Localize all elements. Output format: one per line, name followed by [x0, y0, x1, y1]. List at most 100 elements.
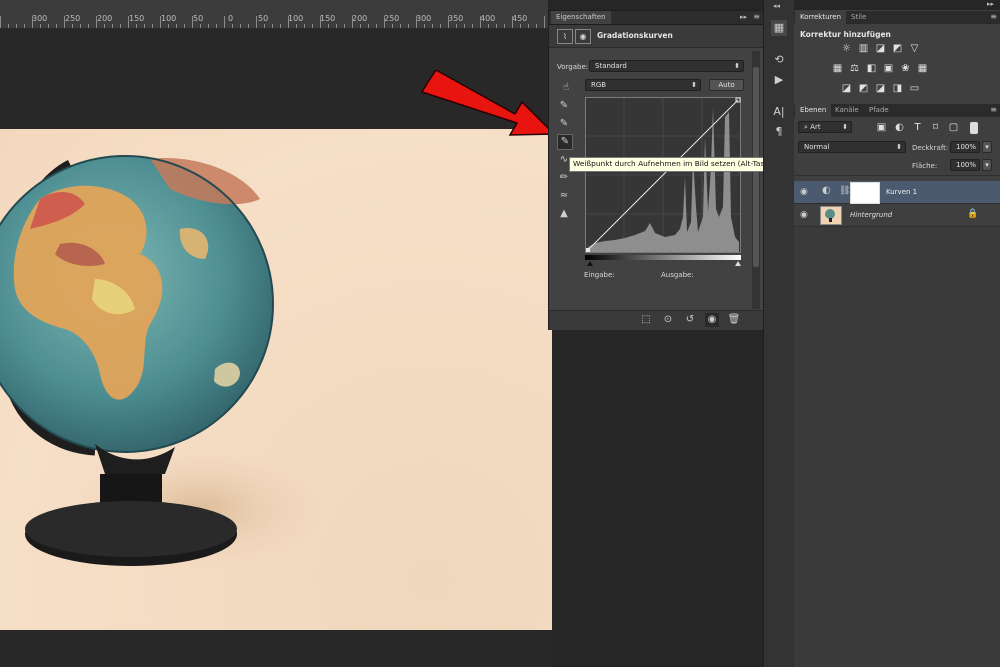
color-balance-icon[interactable]: ⚖ — [849, 64, 860, 74]
curves-adjustment-icon[interactable]: ⌇ — [557, 29, 573, 44]
panel-dock-header: ▸▸ — [794, 0, 1000, 10]
delete-icon[interactable]: 🗑 — [727, 313, 741, 327]
opacity-field[interactable]: 100% — [950, 141, 980, 153]
color-lookup-icon[interactable]: ▦ — [917, 64, 928, 74]
adjustments-heading: Korrektur hinzufügen — [800, 30, 891, 39]
exposure-icon[interactable]: ◩ — [892, 44, 903, 54]
blend-mode-value: Normal — [804, 143, 830, 151]
document-image[interactable] — [0, 129, 552, 630]
layer-row-hintergrund[interactable]: ◉ Hintergrund 🔒 — [794, 204, 1000, 227]
fill-field[interactable]: 100% — [950, 159, 980, 171]
panel-menu-icon[interactable]: ≡ — [990, 105, 997, 114]
levels-icon[interactable]: ▥ — [858, 44, 869, 54]
ruler-tick — [168, 24, 169, 28]
ruler-tick — [504, 24, 505, 28]
layer-row-kurven[interactable]: ◉ ◐ ⛓ Kurven 1 — [794, 181, 1000, 204]
posterize-icon[interactable]: ◩ — [858, 84, 869, 94]
curves-graph[interactable] — [585, 97, 745, 267]
ruler-tick — [440, 24, 441, 28]
mask-icon[interactable]: ◉ — [575, 29, 591, 44]
ruler-tick — [40, 24, 41, 28]
filter-smart-object-icon[interactable]: ▢ — [948, 123, 959, 133]
collapse-icon[interactable]: ▸▸ — [987, 0, 994, 8]
invert-icon[interactable]: ◪ — [841, 84, 852, 94]
ruler-tick — [136, 24, 137, 28]
gradient-map-icon[interactable]: ▭ — [909, 84, 920, 94]
updown-icon: ⬍ — [691, 81, 697, 89]
panel-menu-icon[interactable]: ≡ — [753, 12, 760, 21]
properties-scrollbar[interactable] — [752, 51, 760, 309]
brightness-icon[interactable]: ☼ — [841, 44, 852, 54]
ruler-tick — [528, 24, 529, 28]
channel-mixer-icon[interactable]: ❀ — [900, 64, 911, 74]
link-icon[interactable]: ⛓ — [839, 186, 850, 196]
white-point-eyedropper-icon[interactable]: ✎ — [557, 134, 573, 150]
properties-header: ⌇ ◉ Gradationskurven — [549, 25, 763, 48]
filter-kind-value: Art — [810, 123, 821, 131]
pencil-icon[interactable]: ✏ — [557, 171, 571, 185]
tab-ebenen[interactable]: Ebenen — [795, 104, 832, 117]
ruler-label: 50 — [193, 14, 204, 23]
ruler-tick — [360, 24, 361, 28]
gray-point-eyedropper-icon[interactable]: ✎ — [557, 117, 571, 131]
visibility-eye-icon[interactable]: ◉ — [800, 187, 810, 197]
clip-to-layer-icon[interactable]: ⬚ — [639, 313, 653, 327]
threshold-icon[interactable]: ◪ — [875, 84, 886, 94]
right-panels: ▸▸ Korrekturen Stile ≡ Korrektur hinzufü… — [794, 0, 1000, 667]
history-icon[interactable]: ▦ — [771, 20, 787, 36]
reset-icon[interactable]: ↺ — [683, 313, 697, 327]
paragraph-icon[interactable]: ¶ — [771, 124, 787, 140]
layer-mask-thumbnail[interactable] — [850, 182, 880, 204]
selective-color-icon[interactable]: ◨ — [892, 84, 903, 94]
filter-pixel-icon[interactable]: ▣ — [876, 123, 887, 133]
channel-select[interactable]: RGB ⬍ — [585, 79, 701, 91]
hue-saturation-icon[interactable]: ▦ — [832, 64, 843, 74]
ruler-tick — [192, 16, 193, 28]
ruler-tick — [56, 24, 57, 28]
curves-icon[interactable]: ◪ — [875, 44, 886, 54]
filter-type-icon[interactable]: T — [912, 123, 923, 133]
tab-pfade[interactable]: Pfade — [864, 104, 894, 117]
ruler-tick — [208, 24, 209, 28]
ruler-tick — [456, 24, 457, 28]
filter-shape-icon[interactable]: ⌑ — [930, 123, 941, 133]
layer-name[interactable]: Hintergrund — [850, 211, 892, 219]
preset-select[interactable]: Standard ⬍ — [589, 60, 744, 72]
character-icon[interactable]: A| — [771, 104, 787, 120]
updown-icon: ⬍ — [896, 143, 902, 151]
tab-korrekturen[interactable]: Korrekturen — [795, 11, 847, 24]
vibrance-icon[interactable]: ▽ — [909, 44, 920, 54]
tab-kanaele[interactable]: Kanäle — [830, 104, 864, 117]
ruler-tick — [424, 24, 425, 28]
filter-adjustment-icon[interactable]: ◐ — [894, 123, 905, 133]
ruler-label: 300 — [32, 14, 48, 23]
layer-filter-select[interactable]: ⌕ Art ⬍ — [798, 121, 852, 133]
hand-adjust-icon[interactable]: ☝ — [559, 81, 573, 95]
photo-filter-icon[interactable]: ▣ — [883, 64, 894, 74]
ruler-tick — [480, 16, 481, 28]
ruler-tick — [464, 24, 465, 28]
view-previous-state-icon[interactable]: ⊙ — [661, 313, 675, 327]
collapse-icon[interactable]: ◂◂ — [773, 2, 780, 10]
black-white-icon[interactable]: ◧ — [866, 64, 877, 74]
auto-button[interactable]: Auto — [709, 79, 744, 91]
opacity-dropdown-icon[interactable]: ▾ — [982, 141, 992, 153]
filter-toggle[interactable] — [970, 122, 978, 134]
layer-name[interactable]: Kurven 1 — [886, 188, 917, 196]
tab-eigenschaften[interactable]: Eigenschaften — [551, 11, 611, 24]
ruler-tick — [392, 24, 393, 28]
visibility-icon[interactable]: ◉ — [705, 313, 719, 327]
ruler-tick — [320, 16, 321, 28]
horizontal-ruler[interactable]: 300 250 200 150 100 50 0 50 100 150 200 … — [0, 0, 548, 29]
tab-stile[interactable]: Stile — [846, 11, 871, 24]
collapse-icon[interactable]: ▸▸ — [740, 13, 747, 21]
visibility-eye-icon[interactable]: ◉ — [800, 210, 810, 220]
blend-mode-select[interactable]: Normal ⬍ — [798, 141, 906, 153]
play-icon[interactable]: ▶ — [771, 72, 787, 88]
actions-icon[interactable]: ⟲ — [771, 52, 787, 68]
panel-menu-icon[interactable]: ≡ — [990, 12, 997, 21]
fill-dropdown-icon[interactable]: ▾ — [982, 159, 992, 171]
black-point-eyedropper-icon[interactable]: ✎ — [557, 99, 571, 113]
smooth-icon[interactable]: ≈ — [557, 189, 571, 203]
clipping-warning-icon[interactable]: ▲ — [557, 207, 571, 221]
